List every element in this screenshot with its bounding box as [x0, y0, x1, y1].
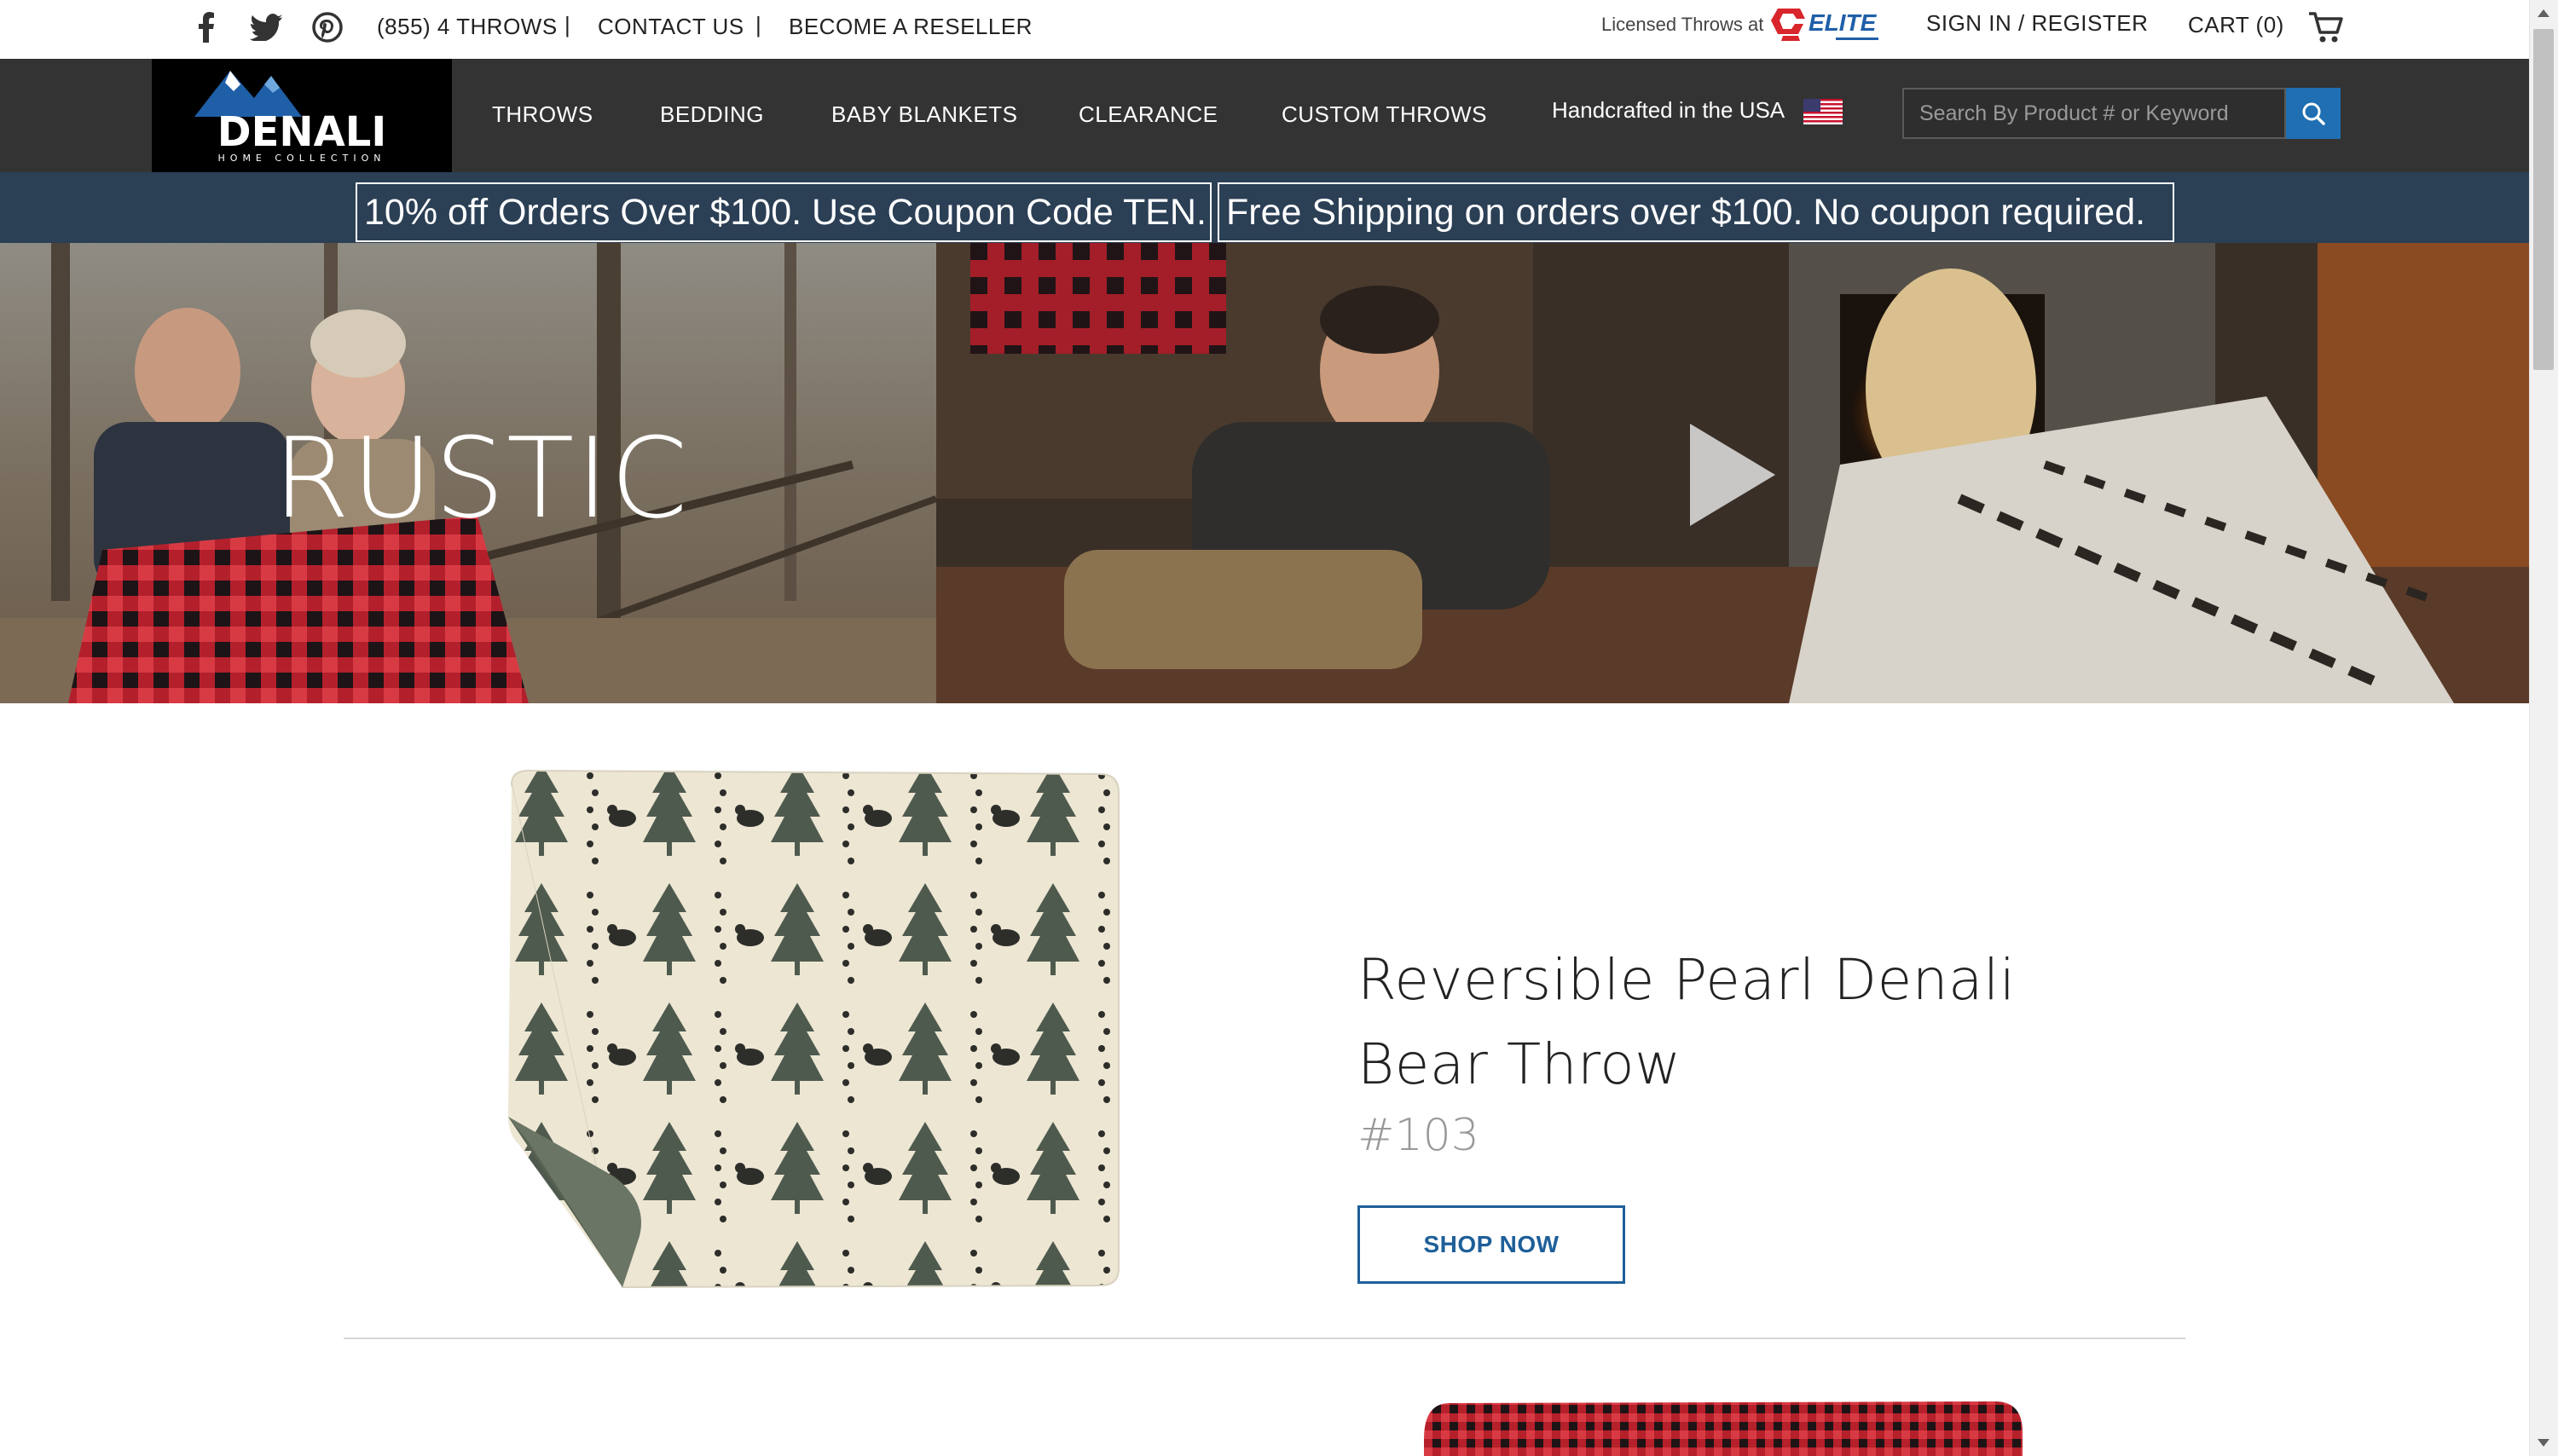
- scrollbar-thumb[interactable]: [2533, 29, 2554, 370]
- coupon-promo[interactable]: 10% off Orders Over $100. Use Coupon Cod…: [356, 182, 1212, 242]
- us-flag-icon: [1803, 99, 1843, 124]
- search-input[interactable]: [1902, 88, 2286, 139]
- next-product-image[interactable]: [1415, 1388, 2029, 1456]
- handcrafted-label: Handcrafted in the USA: [1552, 97, 1785, 123]
- denali-logo[interactable]: DENALI HOME COLLECTION: [152, 59, 452, 172]
- main-navigation: DENALI HOME COLLECTION THROWS BEDDING BA…: [0, 59, 2529, 172]
- licensed-throws-label: Licensed Throws at: [1601, 14, 1764, 35]
- scroll-down-arrow-icon[interactable]: [2537, 1436, 2550, 1449]
- elite-team-logo[interactable]: ELITE: [1771, 5, 1890, 49]
- hero-title: RUSTIC: [273, 413, 690, 543]
- nav-item-throws[interactable]: THROWS: [492, 101, 593, 128]
- product-image[interactable]: [477, 759, 1126, 1304]
- sign-in-register-link[interactable]: SIGN IN / REGISTER: [1926, 10, 2148, 37]
- facebook-icon[interactable]: [189, 10, 223, 44]
- cart-link[interactable]: CART (0): [2188, 12, 2284, 38]
- shop-now-button[interactable]: SHOP NOW: [1357, 1205, 1625, 1284]
- separator: |: [755, 12, 761, 38]
- play-icon[interactable]: [1690, 424, 1775, 526]
- promo-bar: 10% off Orders Over $100. Use Coupon Cod…: [0, 172, 2529, 243]
- section-divider: [344, 1338, 2185, 1339]
- become-reseller-link[interactable]: BECOME A RESELLER: [789, 14, 1033, 40]
- product-sku: #103: [1357, 1110, 1479, 1161]
- scroll-up-arrow-icon[interactable]: [2537, 7, 2550, 20]
- twitter-icon[interactable]: [249, 10, 283, 44]
- top-utility-bar: (855) 4 THROWS | CONTACT US | BECOME A R…: [0, 0, 2529, 59]
- svg-text:HOME COLLECTION: HOME COLLECTION: [218, 153, 386, 164]
- nav-item-custom-throws[interactable]: CUSTOM THROWS: [1282, 101, 1487, 128]
- nav-item-clearance[interactable]: CLEARANCE: [1079, 101, 1218, 128]
- search-icon: [2302, 102, 2325, 125]
- phone-link[interactable]: (855) 4 THROWS: [377, 14, 558, 40]
- svg-text:ELITE: ELITE: [1809, 9, 1878, 36]
- product-title[interactable]: Reversible Pearl Denali Bear Throw: [1357, 938, 2125, 1106]
- nav-item-baby-blankets[interactable]: BABY BLANKETS: [831, 101, 1017, 128]
- cart-icon[interactable]: [2307, 10, 2343, 44]
- svg-text:DENALI: DENALI: [217, 108, 386, 156]
- separator: |: [564, 12, 570, 38]
- contact-us-link[interactable]: CONTACT US: [598, 14, 744, 40]
- search-button[interactable]: [2286, 88, 2341, 139]
- free-shipping-promo[interactable]: Free Shipping on orders over $100. No co…: [1218, 182, 2174, 242]
- hero-video[interactable]: [936, 243, 2529, 703]
- hero-rustic-banner[interactable]: RUSTIC: [0, 243, 936, 703]
- pinterest-icon[interactable]: [310, 10, 344, 44]
- nav-item-bedding[interactable]: BEDDING: [660, 101, 764, 128]
